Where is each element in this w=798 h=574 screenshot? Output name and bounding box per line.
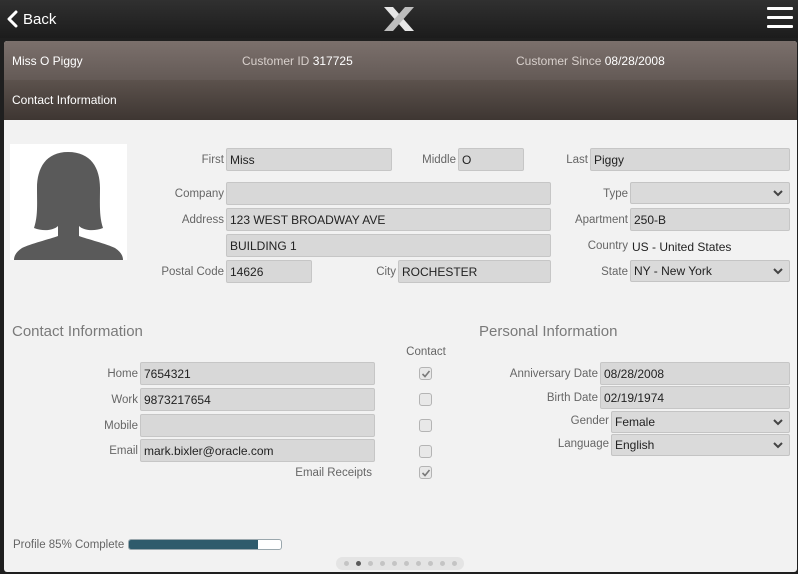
address-label: Address (181, 214, 224, 226)
page-dot[interactable] (368, 561, 373, 566)
top-bar: Back (0, 0, 798, 38)
app-window: Back Miss O Piggy Customer ID 317725 Cus… (0, 0, 798, 574)
middle-name-label: Middle (422, 154, 456, 166)
email-label: Email (109, 445, 138, 457)
apartment-label: Apartment (574, 214, 628, 226)
customer-name: Miss O Piggy (12, 54, 83, 68)
person-silhouette-icon (10, 144, 127, 260)
company-field[interactable] (226, 182, 551, 205)
back-button[interactable]: Back (6, 8, 56, 30)
email-contact-checkbox[interactable] (419, 445, 432, 458)
customer-id: Customer ID 317725 (242, 54, 353, 68)
section-title: Contact Information (12, 93, 117, 107)
anniversary-date-label: Anniversary Date (509, 368, 598, 380)
chevron-left-icon (7, 10, 18, 28)
section-header: Contact Information (4, 80, 797, 120)
email-receipts-checkbox[interactable] (419, 466, 432, 479)
profile-progress-fill (129, 540, 259, 549)
checkmark-icon (421, 370, 431, 378)
customer-id-value: 317725 (312, 54, 353, 68)
birth-date-label: Birth Date (546, 392, 598, 404)
city-label: City (376, 266, 396, 278)
chevron-down-icon (773, 190, 783, 197)
language-select[interactable]: English (611, 434, 790, 456)
page-dot[interactable] (344, 561, 349, 566)
customer-since-label: Customer Since (516, 54, 602, 68)
page-dot[interactable] (452, 561, 457, 566)
page-dot[interactable] (440, 561, 445, 566)
email-field[interactable]: mark.bixler@oracle.com (140, 439, 375, 462)
first-name-label: First (201, 154, 224, 166)
mobile-phone-field[interactable] (140, 414, 375, 437)
gender-label: Gender (570, 415, 609, 427)
brand-logo-icon (384, 7, 414, 31)
birth-date-field[interactable]: 02/19/1974 (600, 386, 790, 409)
personal-info-heading: Personal Information (479, 323, 618, 340)
gender-select[interactable]: Female (611, 411, 790, 433)
avatar (10, 144, 127, 260)
type-label: Type (603, 188, 628, 200)
customer-id-label: Customer ID (242, 54, 310, 68)
contact-column-label: Contact (406, 346, 446, 358)
company-label: Company (174, 188, 224, 200)
customer-panel: Miss O Piggy Customer ID 317725 Customer… (4, 41, 797, 572)
page-dot[interactable] (428, 561, 433, 566)
work-contact-checkbox[interactable] (419, 393, 432, 406)
type-select[interactable] (630, 182, 790, 204)
contact-info-heading: Contact Information (12, 323, 143, 340)
work-phone-field[interactable]: 9873217654 (140, 388, 375, 411)
page-indicator[interactable] (336, 557, 464, 570)
page-dot[interactable] (380, 561, 385, 566)
mobile-phone-label: Mobile (104, 420, 138, 432)
country-value: US - United States (632, 240, 732, 254)
apartment-field[interactable]: 250-B (630, 208, 790, 231)
chevron-down-icon (773, 419, 783, 426)
last-name-field[interactable]: Piggy (590, 148, 790, 171)
home-phone-label: Home (107, 368, 138, 380)
country-label: Country (587, 240, 628, 252)
last-name-label: Last (566, 154, 588, 166)
customer-since-value: 08/28/2008 (604, 54, 665, 68)
address-line1-field[interactable]: 123 WEST BROADWAY AVE (226, 208, 551, 231)
back-label: Back (23, 10, 57, 28)
mobile-contact-checkbox[interactable] (419, 419, 432, 432)
profile-complete-label: Profile 85% Complete (13, 539, 125, 551)
work-phone-label: Work (111, 394, 138, 406)
chevron-down-icon (773, 442, 783, 449)
anniversary-date-field[interactable]: 08/28/2008 (600, 362, 790, 385)
page-dot[interactable] (404, 561, 409, 566)
page-dot[interactable] (392, 561, 397, 566)
address-line2-field[interactable]: BUILDING 1 (226, 234, 551, 257)
gender-select-value: Female (615, 415, 656, 429)
customer-since: Customer Since 08/28/2008 (516, 54, 665, 68)
language-label: Language (557, 438, 609, 450)
state-label: State (601, 266, 628, 278)
page-dot[interactable] (416, 561, 421, 566)
first-name-field[interactable]: Miss (226, 148, 392, 171)
checkmark-icon (421, 469, 431, 477)
language-select-value: English (615, 438, 655, 452)
chevron-down-icon (773, 268, 783, 275)
postal-code-label: Postal Code (161, 266, 224, 278)
hamburger-menu-icon[interactable] (767, 7, 793, 31)
home-phone-field[interactable]: 7654321 (140, 362, 375, 385)
profile-progress-bar (128, 539, 282, 550)
page-dot[interactable] (356, 561, 361, 566)
state-select[interactable]: NY - New York (630, 260, 790, 282)
middle-name-field[interactable]: O (458, 148, 524, 171)
email-receipts-label: Email Receipts (295, 467, 372, 479)
customer-header: Miss O Piggy Customer ID 317725 Customer… (4, 41, 797, 80)
state-select-value: NY - New York (634, 264, 712, 278)
city-field[interactable]: ROCHESTER (398, 260, 551, 283)
postal-code-field[interactable]: 14626 (226, 260, 312, 283)
home-contact-checkbox[interactable] (419, 367, 432, 380)
